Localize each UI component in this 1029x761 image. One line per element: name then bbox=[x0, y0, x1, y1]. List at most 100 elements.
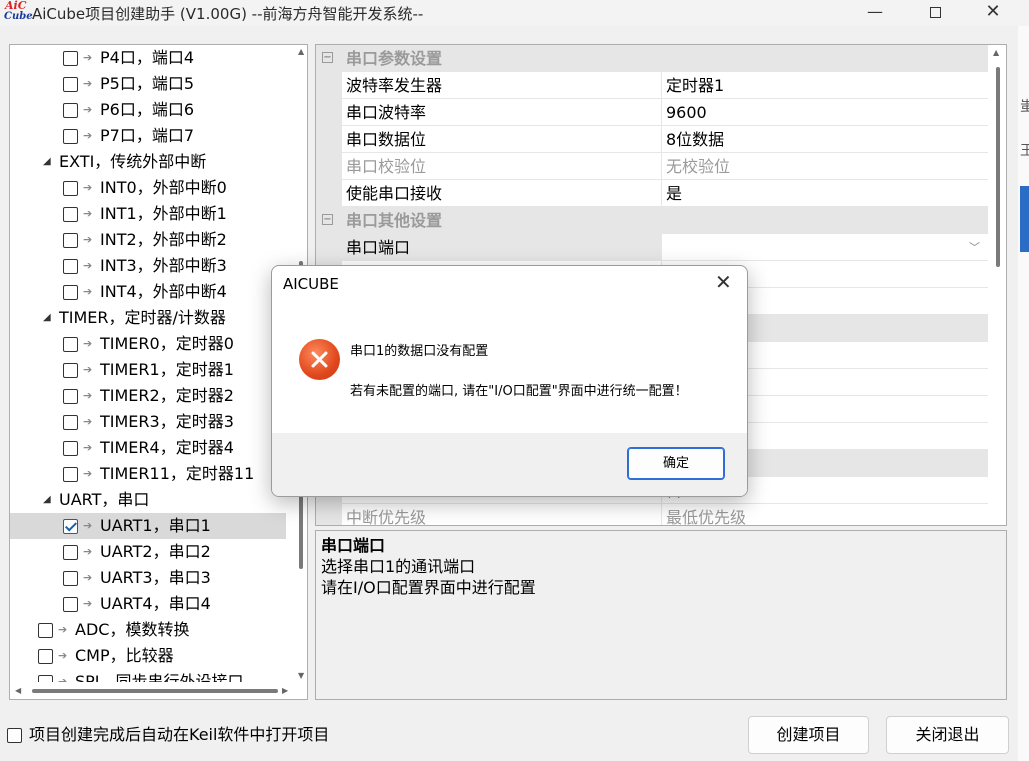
tree-item-checkbox[interactable] bbox=[63, 441, 78, 456]
collapse-icon[interactable]: ◢ bbox=[43, 305, 51, 331]
property-row[interactable]: 波特率发生器 定时器1 bbox=[316, 72, 988, 99]
property-value[interactable]: 8位数据 bbox=[662, 126, 988, 153]
chevron-down-icon[interactable]: ﹀ bbox=[969, 234, 980, 261]
collapse-icon[interactable]: − bbox=[322, 52, 333, 63]
ok-button[interactable]: 确定 bbox=[627, 447, 725, 480]
close-window-button[interactable]: ✕ bbox=[966, 0, 1020, 26]
property-value-text: 定时器1 bbox=[666, 76, 725, 95]
tree-horizontal-scrollbar[interactable]: ◀ ▶ bbox=[10, 682, 295, 699]
tree-item[interactable]: ➔ UART1，串口1 bbox=[10, 513, 286, 539]
tree-group[interactable]: ◢ EXTI，传统外部中断 bbox=[10, 149, 286, 175]
tree-item-checkbox[interactable] bbox=[63, 597, 78, 612]
close-exit-button[interactable]: 关闭退出 bbox=[886, 716, 1009, 754]
scroll-down-icon[interactable]: ▼ bbox=[298, 671, 304, 680]
arrow-icon: ➔ bbox=[83, 129, 93, 142]
window-title: AiCube项目创建助手 (V1.00G) --前海方舟智能开发系统-- bbox=[32, 5, 424, 23]
tree-item[interactable]: ➔ TIMER11，定时器11 bbox=[10, 461, 286, 487]
tree-item-checkbox[interactable] bbox=[63, 103, 78, 118]
help-line: 选择串口1的通讯端口 bbox=[321, 557, 476, 576]
tree-item[interactable]: ➔ TIMER4，定时器4 bbox=[10, 435, 286, 461]
tree-item[interactable]: ➔ P5口，端口5 bbox=[10, 71, 286, 97]
tree-item[interactable]: ➔ TIMER2，定时器2 bbox=[10, 383, 286, 409]
tree-item-checkbox[interactable] bbox=[63, 337, 78, 352]
tree-item-checkbox[interactable] bbox=[63, 415, 78, 430]
tree-item-checkbox[interactable] bbox=[63, 467, 78, 482]
property-value[interactable]: 是 bbox=[662, 180, 988, 207]
property-row[interactable]: 串口校验位 无校验位 bbox=[316, 153, 988, 180]
grid-vertical-thumb[interactable] bbox=[996, 67, 1000, 267]
tree-item[interactable]: ➔ UART4，串口4 bbox=[10, 591, 286, 617]
dialog-close-button[interactable]: ✕ bbox=[715, 270, 732, 294]
collapse-icon[interactable]: − bbox=[322, 214, 333, 225]
property-value[interactable]: 无校验位 bbox=[662, 153, 988, 180]
tree-item-label: TIMER2，定时器2 bbox=[100, 386, 234, 405]
dialog-message: 若有未配置的端口, 请在"I/O口配置"界面中进行统一配置！ bbox=[350, 384, 688, 399]
tree-item[interactable]: ➔ TIMER1，定时器1 bbox=[10, 357, 286, 383]
tree-item[interactable]: ➔ INT2，外部中断2 bbox=[10, 227, 286, 253]
property-row[interactable]: 使能串口接收是 bbox=[316, 180, 988, 207]
arrow-icon: ➔ bbox=[83, 181, 93, 194]
property-row[interactable]: 串口端口 ﹀ bbox=[316, 234, 988, 261]
grid-vertical-scrollbar[interactable]: ▲ bbox=[988, 45, 1006, 525]
tree-item-checkbox[interactable] bbox=[63, 181, 78, 196]
tree-item[interactable]: ➔ P7口，端口7 bbox=[10, 123, 286, 149]
tree-item-label: P4口，端口4 bbox=[100, 48, 195, 67]
tree-group[interactable]: ◢ TIMER，定时器/计数器 bbox=[10, 305, 286, 331]
auto-open-checkbox[interactable] bbox=[7, 728, 22, 743]
arrow-icon: ➔ bbox=[83, 571, 93, 584]
tree-item-checkbox[interactable] bbox=[63, 207, 78, 222]
tree-item-checkbox[interactable] bbox=[63, 363, 78, 378]
property-value[interactable]: 9600 bbox=[662, 99, 988, 126]
tree-item[interactable]: ➔ CMP，比较器 bbox=[10, 643, 286, 669]
tree-item[interactable]: ➔ TIMER3，定时器3 bbox=[10, 409, 286, 435]
tree-item-checkbox[interactable] bbox=[63, 77, 78, 92]
tree-item-checkbox[interactable] bbox=[38, 623, 53, 638]
edge-text: 王 bbox=[1020, 143, 1029, 159]
tree-item-checkbox[interactable] bbox=[38, 649, 53, 664]
tree-item-checkbox[interactable] bbox=[63, 51, 78, 66]
scroll-right-icon[interactable]: ▶ bbox=[282, 686, 288, 695]
tree-item[interactable]: ➔ INT1，外部中断1 bbox=[10, 201, 286, 227]
scroll-left-icon[interactable]: ◀ bbox=[15, 686, 21, 695]
tree-item-label: TIMER0，定时器0 bbox=[100, 334, 234, 353]
tree-item-checkbox[interactable] bbox=[63, 389, 78, 404]
collapse-icon[interactable]: ◢ bbox=[43, 487, 51, 513]
tree-item-checkbox[interactable] bbox=[63, 129, 78, 144]
tree-item-label: ADC，模数转换 bbox=[75, 620, 190, 639]
property-value-dropdown[interactable]: ﹀ bbox=[662, 234, 988, 261]
tree-item-checkbox[interactable] bbox=[63, 259, 78, 274]
minimize-button[interactable]: — bbox=[848, 0, 902, 26]
create-project-button[interactable]: 创建项目 bbox=[748, 716, 869, 754]
tree-item[interactable]: ➔ ADC，模数转换 bbox=[10, 617, 286, 643]
property-value[interactable]: 最低优先级 bbox=[662, 504, 988, 525]
tree-group[interactable]: ◢ UART，串口 bbox=[10, 487, 286, 513]
property-category[interactable]: − 串口参数设置 bbox=[316, 45, 988, 72]
tree-item[interactable]: ➔ P4口，端口4 bbox=[10, 45, 286, 71]
tree-item[interactable]: ➔ TIMER0，定时器0 bbox=[10, 331, 286, 357]
tree-item-checkbox[interactable] bbox=[63, 233, 78, 248]
tree-item-checkbox[interactable] bbox=[63, 545, 78, 560]
error-dialog: AICUBE ✕ 串口1的数据口没有配置 若有未配置的端口, 请在"I/O口配置… bbox=[271, 265, 748, 497]
peripheral-tree[interactable]: ➔ P4口，端口4 ➔ P5口，端口5 ➔ P6口，端口6 ➔ P7口，端口7 ◢ EXTI，传统… bbox=[9, 44, 308, 700]
tree-item-checkbox[interactable] bbox=[63, 519, 78, 534]
tree-item[interactable]: ➔ INT3，外部中断3 bbox=[10, 253, 286, 279]
tree-item[interactable]: ➔ UART2，串口2 bbox=[10, 539, 286, 565]
scroll-up-icon[interactable]: ▲ bbox=[298, 47, 304, 56]
property-category[interactable]: − 串口其他设置 bbox=[316, 207, 988, 234]
property-value[interactable]: 定时器1 bbox=[662, 72, 988, 99]
tree-item[interactable]: ➔ INT0，外部中断0 bbox=[10, 175, 286, 201]
property-row[interactable]: 中断优先级 最低优先级 bbox=[316, 504, 988, 525]
tree-item-checkbox[interactable] bbox=[63, 285, 78, 300]
property-row[interactable]: 串口数据位 8位数据 bbox=[316, 126, 988, 153]
scroll-up-icon[interactable]: ▲ bbox=[993, 48, 999, 57]
tree-horizontal-thumb[interactable] bbox=[32, 689, 278, 693]
property-value-text: 无校验位 bbox=[666, 157, 731, 176]
tree-item[interactable]: ➔ P6口，端口6 bbox=[10, 97, 286, 123]
collapse-icon[interactable]: ◢ bbox=[43, 149, 51, 175]
arrow-icon: ➔ bbox=[83, 285, 93, 298]
maximize-button[interactable] bbox=[908, 0, 962, 26]
tree-item-checkbox[interactable] bbox=[63, 571, 78, 586]
property-row[interactable]: 串口波特率 9600 bbox=[316, 99, 988, 126]
tree-item[interactable]: ➔ UART3，串口3 bbox=[10, 565, 286, 591]
tree-item[interactable]: ➔ INT4，外部中断4 bbox=[10, 279, 286, 305]
